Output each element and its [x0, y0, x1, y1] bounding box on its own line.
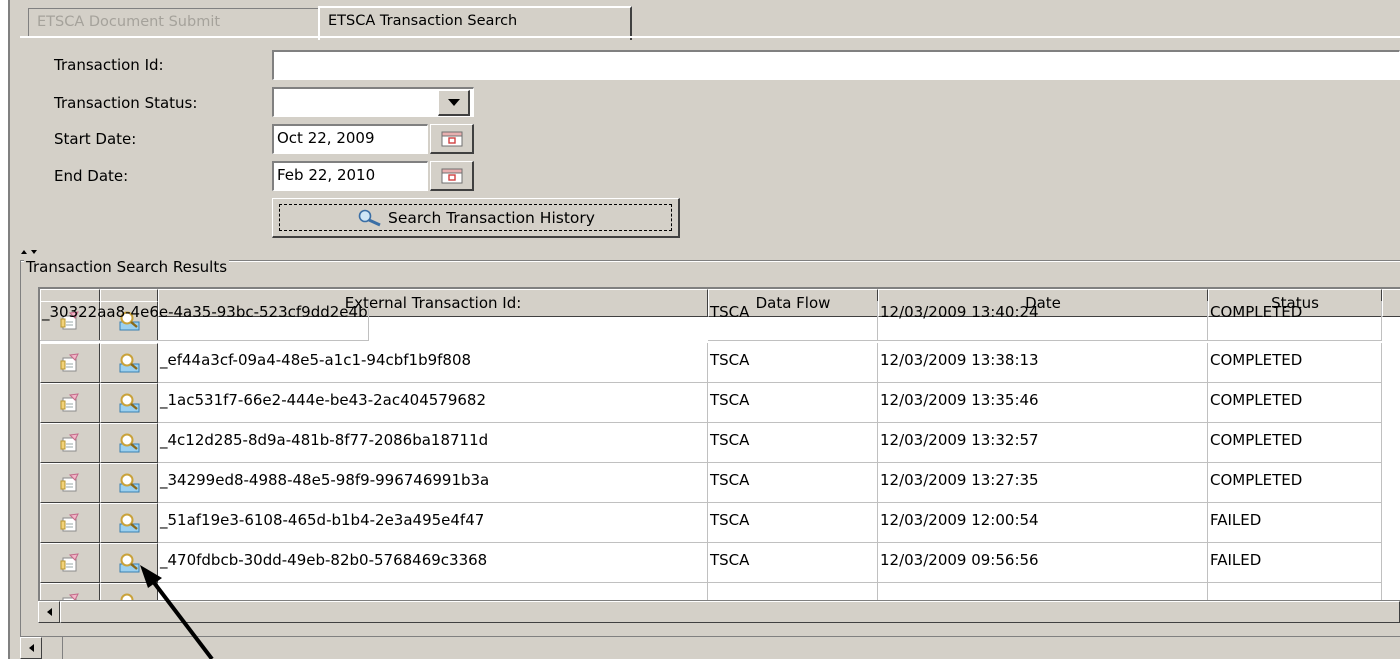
table-row[interactable]: _470fdbcb-30dd-49eb-82b0-5768469c3368 TSC… — [40, 543, 1400, 583]
cell-date: 12/03/2009 13:35:46 — [878, 383, 1208, 423]
row-edit-button[interactable] — [40, 383, 100, 423]
cell-date: 12/03/2009 13:38:13 — [878, 343, 1208, 383]
scroll-left-button[interactable] — [38, 601, 60, 623]
cell-status: COMPLETED — [1208, 343, 1382, 383]
row-edit-button[interactable] — [40, 343, 100, 383]
cell-external-transaction-id: _51af19e3-6108-465d-b1b4-2e3a495e4f47 — [158, 503, 708, 543]
cell-data-flow: TSCA — [708, 543, 878, 583]
cell-external-transaction-id: _4c12d285-8d9a-481b-8f77-2086ba18711d — [158, 423, 708, 463]
end-date-input[interactable]: Feb 22, 2010 — [272, 161, 428, 191]
splitter-handle[interactable] — [20, 244, 1400, 254]
search-transaction-history-button[interactable]: Search Transaction History — [272, 198, 680, 238]
start-date-calendar-button[interactable] — [430, 124, 474, 154]
end-date-calendar-button[interactable] — [430, 161, 474, 191]
table-row[interactable]: _30322aa8-4e6e-4a35-93bc-523cf9dd2e4b TSC… — [40, 301, 1400, 341]
cell-status: FAILED — [1208, 543, 1382, 583]
document-edit-icon — [60, 473, 79, 492]
cell-status: COMPLETED — [1208, 463, 1382, 503]
cell-data-flow: TSCA — [708, 463, 878, 503]
table-row[interactable]: _1ac531f7-66e2-444e-be43-2ac404579682 TSC… — [40, 383, 1400, 423]
arrow-left-icon — [46, 608, 52, 616]
transaction-id-label: Transaction Id: — [54, 56, 164, 74]
tab-transaction-search[interactable]: ETSCA Transaction Search — [318, 6, 632, 40]
magnifier-view-icon — [119, 393, 140, 413]
magnifier-view-icon — [119, 353, 140, 373]
table-row[interactable]: _51af19e3-6108-465d-b1b4-2e3a495e4f47 TSC… — [40, 503, 1400, 543]
cell-external-transaction-id: _30322aa8-4e6e-4a35-93bc-523cf9dd2e4b — [40, 301, 369, 341]
scrollbar-thumb[interactable] — [62, 637, 1400, 659]
tab-panel-border — [20, 36, 1400, 38]
row-view-button[interactable] — [100, 423, 158, 463]
cell-external-transaction-id: _34299ed8-4988-48e5-98f9-996746991b3a — [158, 463, 708, 503]
magnifier-view-icon — [119, 433, 140, 453]
row-view-button[interactable] — [100, 503, 158, 543]
scroll-left-button[interactable] — [20, 637, 42, 659]
cell-external-transaction-id: _470fdbcb-30dd-49eb-82b0-5768469c3368 — [158, 543, 708, 583]
start-date-label: Start Date: — [54, 130, 137, 148]
row-view-button[interactable] — [100, 383, 158, 423]
transaction-status-dropdown-button[interactable] — [438, 90, 470, 116]
cell-date: 12/03/2009 13:40:24 — [878, 301, 1208, 341]
calendar-icon — [441, 168, 462, 183]
cell-data-flow: TSCA — [708, 383, 878, 423]
row-edit-button[interactable] — [40, 503, 100, 543]
cell-date: 12/03/2009 09:56:56 — [878, 543, 1208, 583]
document-edit-icon — [60, 393, 79, 412]
document-edit-icon — [60, 553, 79, 572]
transaction-status-label: Transaction Status: — [54, 94, 198, 112]
document-edit-icon — [60, 353, 79, 372]
start-date-input[interactable]: Oct 22, 2009 — [272, 124, 428, 154]
scrollbar-thumb[interactable] — [60, 601, 1400, 623]
row-edit-button[interactable] — [40, 543, 100, 583]
cell-status: FAILED — [1208, 503, 1382, 543]
row-view-button[interactable] — [100, 343, 158, 383]
panel-horizontal-scrollbar[interactable] — [20, 636, 1400, 659]
cell-date: 12/03/2009 13:27:35 — [878, 463, 1208, 503]
cell-date: 12/03/2009 12:00:54 — [878, 503, 1208, 543]
table-horizontal-scrollbar[interactable] — [38, 600, 1400, 623]
magnifier-view-icon — [119, 553, 140, 573]
results-table[interactable]: .... .... External Transaction Id: Data … — [38, 287, 1400, 622]
row-edit-button[interactable] — [40, 463, 100, 503]
row-view-button[interactable] — [100, 543, 158, 583]
cell-external-transaction-id: _ef44a3cf-09a4-48e5-a1c1-94cbf1b9f808 — [158, 343, 708, 383]
end-date-label: End Date: — [54, 167, 129, 185]
focus-ring — [279, 204, 672, 231]
document-edit-icon — [60, 513, 79, 532]
arrow-left-icon — [28, 644, 34, 652]
chevron-down-icon — [447, 99, 460, 106]
cell-status: COMPLETED — [1208, 301, 1382, 341]
tab-strip: ETSCA Document Submit ETSCA Transaction … — [20, 4, 1400, 40]
results-group-title: Transaction Search Results — [24, 258, 230, 276]
table-row[interactable]: _4c12d285-8d9a-481b-8f77-2086ba18711d TSC… — [40, 423, 1400, 463]
cell-data-flow: TSCA — [708, 343, 878, 383]
splitter-arrows-icon — [21, 250, 37, 254]
cell-data-flow: TSCA — [708, 423, 878, 463]
cell-status: COMPLETED — [1208, 423, 1382, 463]
row-edit-button[interactable] — [40, 423, 100, 463]
cell-date: 12/03/2009 13:32:57 — [878, 423, 1208, 463]
tab-document-submit[interactable]: ETSCA Document Submit — [28, 8, 320, 38]
results-group-left-border — [20, 261, 21, 645]
cell-external-transaction-id: _1ac531f7-66e2-444e-be43-2ac404579682 — [158, 383, 708, 423]
table-row[interactable]: _34299ed8-4988-48e5-98f9-996746991b3a TSC… — [40, 463, 1400, 503]
table-row[interactable]: _ef44a3cf-09a4-48e5-a1c1-94cbf1b9f808 TSC… — [40, 343, 1400, 383]
calendar-icon — [441, 131, 462, 146]
magnifier-view-icon — [119, 513, 140, 533]
magnifier-view-icon — [119, 473, 140, 493]
cell-data-flow: TSCA — [708, 301, 878, 341]
row-view-button[interactable] — [100, 463, 158, 503]
cell-data-flow: TSCA — [708, 503, 878, 543]
transaction-id-input[interactable] — [272, 50, 1400, 80]
cell-status: COMPLETED — [1208, 383, 1382, 423]
document-edit-icon — [60, 433, 79, 452]
